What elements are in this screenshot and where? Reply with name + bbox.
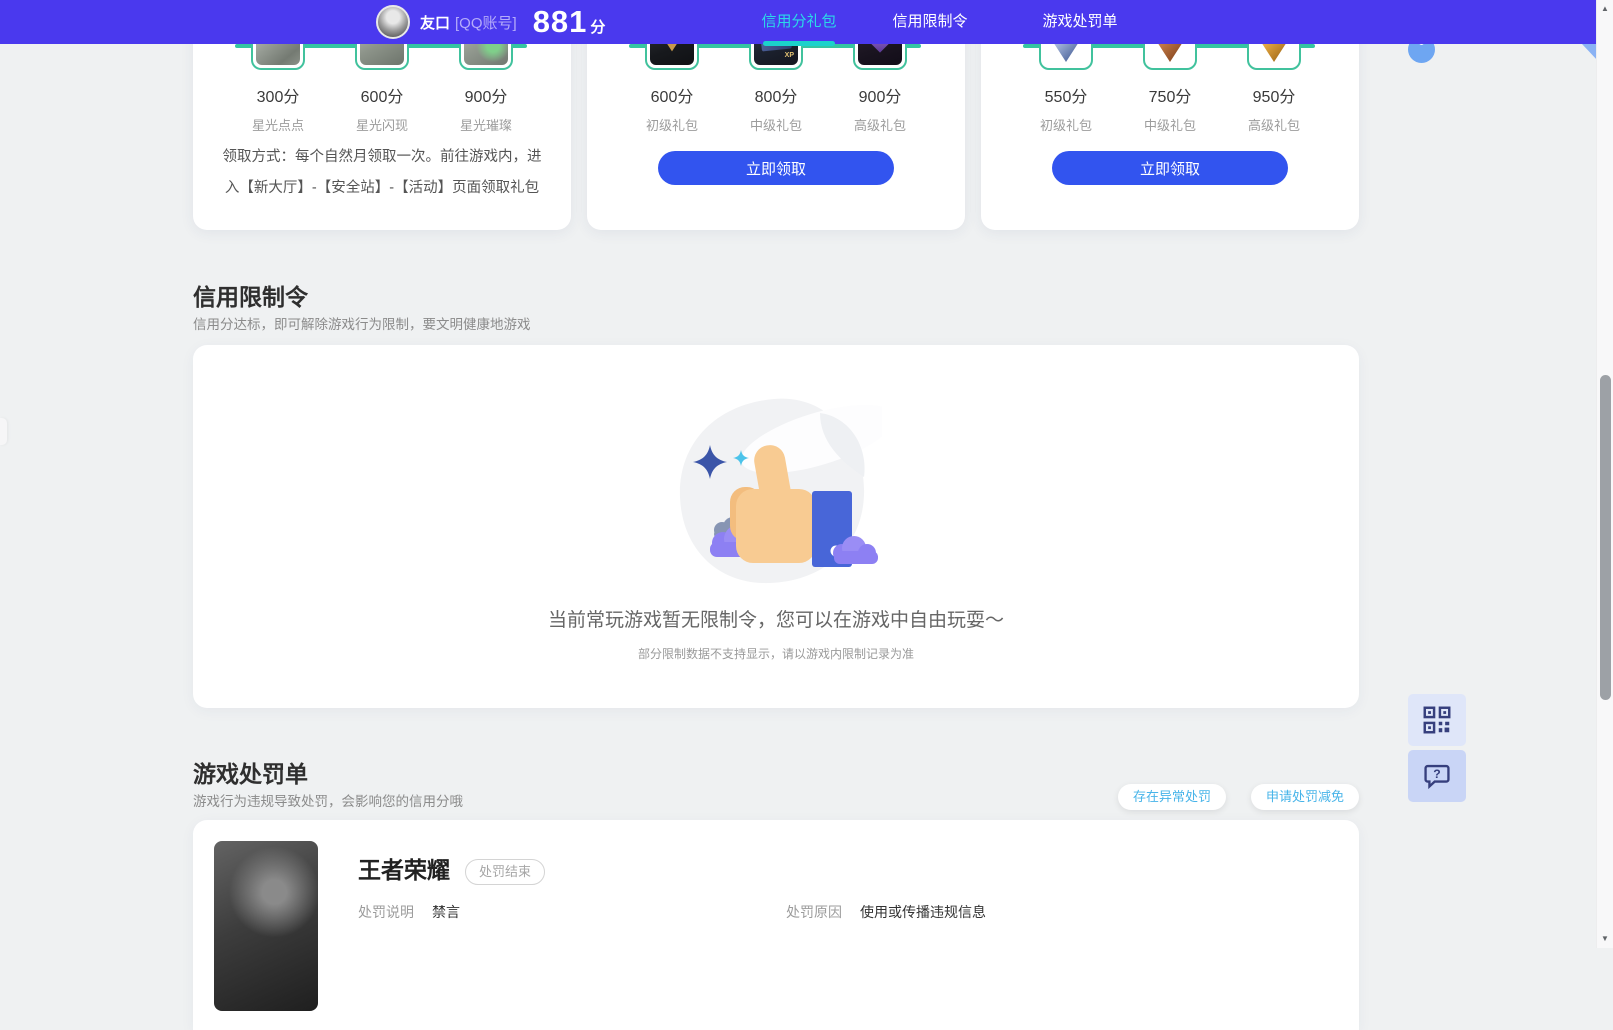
claim-now-button[interactable]: 立即领取 [1052, 151, 1288, 185]
scroll-up-icon[interactable]: ▲ [1597, 1, 1613, 17]
restriction-card: 当前常玩游戏暂无限制令，您可以在游戏中自由玩耍～ 部分限制数据不支持显示，请以游… [193, 345, 1359, 708]
svg-text:?: ? [1433, 767, 1440, 781]
apply-reduction-badge[interactable]: 申请处罚减免 [1250, 784, 1359, 810]
gift-score: 600分 [360, 89, 404, 106]
gift-score: 800分 [754, 89, 798, 106]
gift-name: 初级礼包 [1039, 118, 1092, 133]
qr-code-icon [1423, 706, 1451, 734]
account-type-tag: [QQ账号] [455, 14, 517, 32]
penalty-section-subtitle: 游戏行为违规导致处罚，会影响您的信用分哦 [193, 794, 463, 809]
gift-score: 900分 [858, 89, 902, 106]
penalty-section-title: 游戏处罚单 [193, 761, 308, 787]
credit-score: 881 [532, 4, 588, 39]
claim-instructions-line2: 入【新大厅】-【安全站】-【活动】页面领取礼包 [224, 180, 540, 196]
tab-penalties[interactable]: 游戏处罚单 [1040, 0, 1120, 44]
abnormal-penalty-badge[interactable]: 存在异常处罚 [1117, 784, 1226, 810]
penalty-desc-value: 禁言 [432, 904, 460, 920]
xp-label: XP [784, 52, 794, 59]
scrollbar-thumb[interactable] [1600, 375, 1611, 700]
help-feedback-button[interactable]: ? [1408, 750, 1466, 802]
empty-state-note: 部分限制数据不支持显示，请以游戏内限制记录为准 [637, 647, 914, 661]
gift-score: 950分 [1252, 89, 1296, 106]
gift-name: 高级礼包 [853, 118, 906, 133]
restriction-section-subtitle: 信用分达标，即可解除游戏行为限制，要文明健康地游戏 [193, 317, 531, 332]
claim-now-button[interactable]: 立即领取 [658, 151, 894, 185]
avatar [376, 5, 410, 39]
gift-name: 星光闪现 [355, 118, 408, 133]
gift-score: 600分 [650, 89, 694, 106]
user-summary: 友口 [QQ账号] 881 分 [376, 0, 605, 44]
gift-name: 中级礼包 [1143, 118, 1196, 133]
gift-name: 星光璀璨 [459, 118, 512, 133]
thumbs-up-illustration [670, 391, 895, 594]
game-title: 王者荣耀 [358, 857, 450, 883]
gift-name: 高级礼包 [1247, 118, 1300, 133]
left-drawer-handle[interactable] [0, 418, 7, 445]
penalty-reason-value: 使用或传播违规信息 [860, 904, 986, 920]
gift-score: 750分 [1148, 89, 1192, 106]
gift-score: 300分 [256, 89, 300, 106]
restriction-section-title: 信用限制令 [193, 284, 308, 310]
penalty-reason-label: 处罚原因 [786, 904, 842, 920]
gift-score: 900分 [464, 89, 508, 106]
penalty-description-row: 处罚说明 禁言 [358, 902, 460, 922]
gift-name: 初级礼包 [645, 118, 698, 133]
top-navbar: 友口 [QQ账号] 881 分 信用分礼包 信用限制令 游戏处罚单 [0, 0, 1596, 44]
penalty-desc-label: 处罚说明 [358, 904, 414, 920]
tab-restrictions[interactable]: 信用限制令 [890, 0, 970, 44]
penalty-record-card: 王者荣耀 处罚结束 处罚说明 禁言 处罚原因 使用或传播违规信息 [193, 820, 1359, 1030]
claim-instructions: 领取方式：每个自然月领取一次。前往游戏内，进 入【新大厅】-【安全站】-【活动】… [193, 142, 571, 204]
username: 友口 [420, 14, 451, 32]
gift-name: 星光点点 [251, 118, 304, 133]
tab-gift-packs[interactable]: 信用分礼包 [759, 0, 839, 44]
empty-state-message: 当前常玩游戏暂无限制令，您可以在游戏中自由玩耍～ [547, 610, 1004, 631]
claim-instructions-line1: 领取方式：每个自然月领取一次。前往游戏内，进 [222, 149, 542, 165]
page-scrollbar[interactable]: ▲ ▼ [1596, 0, 1613, 948]
penalty-status-pill: 处罚结束 [465, 859, 546, 885]
question-bubble-icon: ? [1424, 764, 1450, 790]
penalty-reason-row: 处罚原因 使用或传播违规信息 [786, 902, 986, 922]
gift-name: 中级礼包 [749, 118, 802, 133]
scroll-down-icon[interactable]: ▼ [1597, 931, 1613, 947]
qr-code-button[interactable] [1408, 694, 1466, 746]
active-tab-underline [763, 41, 835, 46]
gift-score: 550分 [1044, 89, 1088, 106]
credit-score-unit: 分 [590, 19, 606, 36]
game-thumbnail [214, 841, 318, 1011]
